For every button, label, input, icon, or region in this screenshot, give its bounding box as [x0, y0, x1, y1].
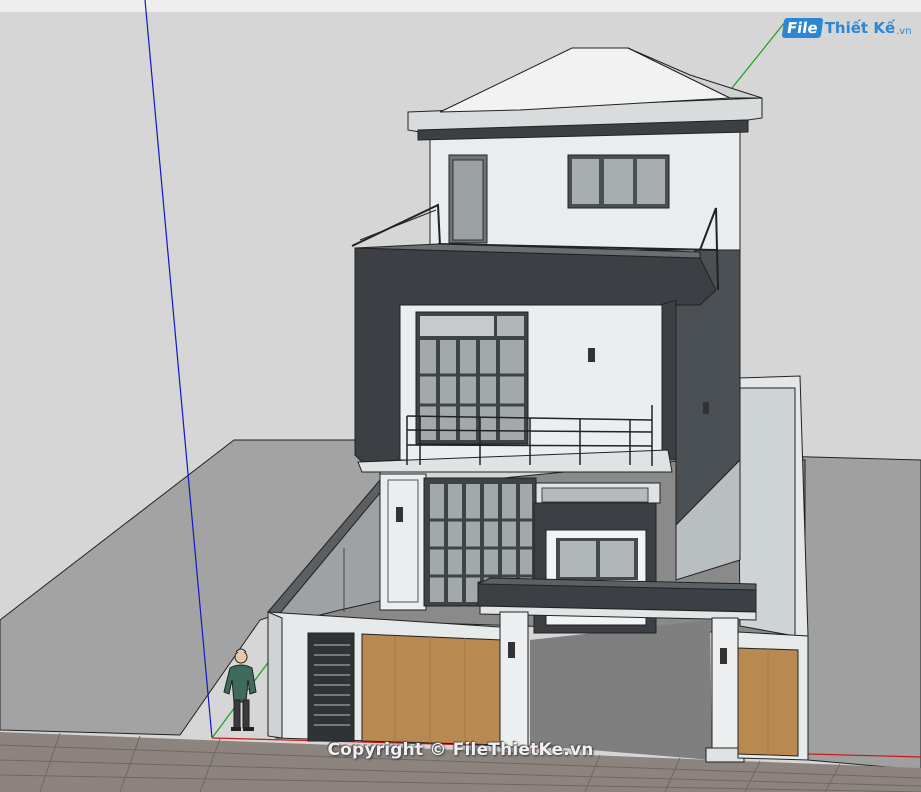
- gate-pillar-right: [711, 617, 739, 759]
- green-axis-upper: [727, 21, 786, 94]
- copyright-watermark: Copyright © FileThietKe.vn: [327, 740, 594, 760]
- sketchup-viewport[interactable]: File Thiết Kế .vn Copyright © FileThietK…: [0, 0, 921, 792]
- wall-lamp-icon: [396, 507, 403, 522]
- wall-lamp-icon: [508, 642, 515, 658]
- brand-tld: .vn: [896, 25, 912, 37]
- brand-logo: File Thiết Kế .vn: [781, 14, 912, 42]
- brand-file-mark: File: [781, 18, 824, 38]
- brand-name: Thiết Kế: [824, 19, 896, 37]
- wall-lamp-icon: [588, 348, 595, 362]
- model-scene[interactable]: [0, 0, 921, 792]
- ground-floor-pillar: [379, 473, 427, 611]
- wall-lamp-icon: [703, 402, 709, 414]
- wood-panel-left: [361, 633, 503, 746]
- driveway: [530, 620, 712, 760]
- toolbar-edge: [0, 0, 921, 12]
- wall-lamp-icon: [720, 648, 727, 664]
- gate-pillar-left: [499, 611, 529, 748]
